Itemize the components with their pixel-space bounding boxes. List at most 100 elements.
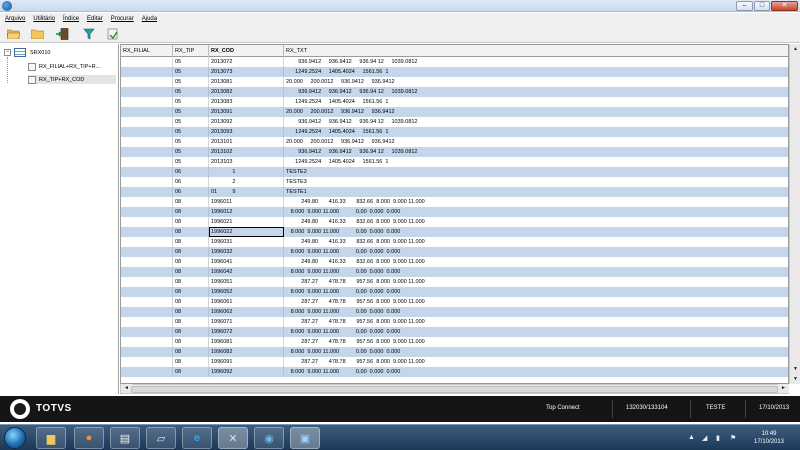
cell-rx-cod[interactable]: 1996012 <box>209 207 284 217</box>
table-row[interactable]: 05 2013091 20.000 200.0012 936.9412 936.94… <box>121 107 788 117</box>
cell-rx-cod[interactable]: 1996052 <box>209 287 284 297</box>
menu-procurar[interactable]: Procurar <box>111 16 134 22</box>
cell-rx-tip[interactable]: 05 <box>173 137 209 147</box>
cell-rx-txt[interactable]: 1249.2524 1405.4024 1561.56 1 <box>284 97 788 107</box>
cell-rx-filial[interactable] <box>121 157 173 167</box>
cell-rx-cod[interactable]: 1996091 <box>209 357 284 367</box>
cell-rx-tip[interactable]: 05 <box>173 57 209 67</box>
cell-rx-cod[interactable]: 2013102 <box>209 147 284 157</box>
network-status-icon[interactable]: ▲ <box>688 434 695 441</box>
cell-rx-tip[interactable]: 05 <box>173 117 209 127</box>
cell-rx-filial[interactable] <box>121 107 173 117</box>
cell-rx-filial[interactable] <box>121 357 173 367</box>
cell-rx-txt[interactable]: 287.27 478.78 957.56 8.000 9.000 11.000 <box>284 337 788 347</box>
cell-rx-filial[interactable] <box>121 147 173 157</box>
cell-rx-txt[interactable]: 287.27 478.78 957.56 8.000 9.000 11.000 <box>284 357 788 367</box>
cell-rx-txt[interactable]: 20.000 200.0012 936.9412 936.9412 <box>284 77 788 87</box>
taskbar-report-button[interactable]: ▤ <box>110 427 140 449</box>
table-row[interactable]: 05 2013103 1249.2524 1405.4024 1561.56 1 <box>121 157 788 167</box>
table-row[interactable]: 08 1996011 249.80 416.33 832.66 8.000 9.0… <box>121 197 788 207</box>
cell-rx-txt[interactable]: 936.9412 936.9412 936.94 12 1039.0812 <box>284 87 788 97</box>
cell-rx-txt[interactable]: 249.80 416.33 832.66 8.000 9.000 11.000 <box>284 197 788 207</box>
cell-rx-cod[interactable]: 1996042 <box>209 267 284 277</box>
cell-rx-filial[interactable] <box>121 287 173 297</box>
cell-rx-filial[interactable] <box>121 237 173 247</box>
flag-icon[interactable]: ⚑ <box>730 434 736 442</box>
cell-rx-txt[interactable]: 8.000 9.000 11.000 0.00 0.000 0.000 <box>284 247 788 257</box>
cell-rx-tip[interactable]: 08 <box>173 367 209 377</box>
cell-rx-txt[interactable]: 20.000 200.0012 936.9412 936.9412 <box>284 107 788 117</box>
cell-rx-txt[interactable]: 8.000 9.000 11.000 0.00 0.000 0.000 <box>284 267 788 277</box>
cell-rx-tip[interactable]: 08 <box>173 317 209 327</box>
cell-rx-filial[interactable] <box>121 247 173 257</box>
cell-rx-tip[interactable]: 08 <box>173 337 209 347</box>
cell-rx-txt[interactable]: 8.000 9.000 11.000 0.00 0.000 0.000 <box>284 367 788 377</box>
cell-rx-txt[interactable]: 287.27 478.78 957.56 8.000 9.000 11.000 <box>284 297 788 307</box>
cell-rx-cod[interactable]: 1996051 <box>209 277 284 287</box>
export-icon[interactable] <box>106 27 120 40</box>
table-row[interactable]: 08 1996022 8.000 9.000 11.000 0.00 0.000 … <box>121 227 788 237</box>
table-row[interactable]: 05 2013072 936.9412 936.9412 936.94 12 10… <box>121 57 788 67</box>
cell-rx-tip[interactable]: 08 <box>173 257 209 267</box>
cell-rx-txt[interactable]: 249.80 416.33 832.66 8.000 9.000 11.000 <box>284 257 788 267</box>
cell-rx-tip[interactable]: 06 <box>173 177 209 187</box>
table-row[interactable]: 05 2013101 20.000 200.0012 936.9412 936.94… <box>121 137 788 147</box>
cell-rx-cod[interactable]: 1996021 <box>209 217 284 227</box>
cell-rx-txt[interactable]: 936.9412 936.9412 936.94 12 1039.0812 <box>284 57 788 67</box>
cell-rx-txt[interactable]: 287.27 478.78 957.56 8.000 9.000 11.000 <box>284 317 788 327</box>
start-button[interactable] <box>4 427 26 449</box>
cell-rx-cod[interactable]: 1996062 <box>209 307 284 317</box>
horizontal-scrollbar[interactable]: ◄ ► <box>120 384 789 394</box>
menu-editar[interactable]: Editar <box>87 16 103 22</box>
menu-utilitario[interactable]: Utilitário <box>33 16 55 22</box>
taskbar-ie-button[interactable]: e <box>182 427 212 449</box>
cell-rx-filial[interactable] <box>121 277 173 287</box>
cell-rx-txt[interactable]: 249.80 416.33 832.66 8.000 9.000 11.000 <box>284 217 788 227</box>
cell-rx-tip[interactable]: 05 <box>173 97 209 107</box>
power-icon[interactable]: ▮ <box>716 434 720 442</box>
table-row[interactable]: 05 2013102 936.9412 936.9412 936.94 12 10… <box>121 147 788 157</box>
cell-rx-tip[interactable]: 05 <box>173 147 209 157</box>
cell-rx-txt[interactable]: TESTE1 <box>284 187 788 197</box>
cell-rx-cod[interactable]: 1996061 <box>209 297 284 307</box>
table-row[interactable]: 08 1996041 249.80 416.33 832.66 8.000 9.0… <box>121 257 788 267</box>
table-row[interactable]: 08 1996031 249.80 416.33 832.66 8.000 9.0… <box>121 237 788 247</box>
cell-rx-tip[interactable]: 08 <box>173 327 209 337</box>
cell-rx-txt[interactable]: 20.000 200.0012 936.9412 936.9412 <box>284 137 788 147</box>
cell-rx-tip[interactable]: 08 <box>173 197 209 207</box>
cell-rx-tip[interactable]: 05 <box>173 77 209 87</box>
cell-rx-txt[interactable]: 249.80 416.33 832.66 8.000 9.000 11.000 <box>284 237 788 247</box>
scroll-down-button-2[interactable]: ▼ <box>790 374 800 384</box>
cell-rx-tip[interactable]: 06 <box>173 167 209 177</box>
cell-rx-cod[interactable]: 2013101 <box>209 137 284 147</box>
cell-rx-txt[interactable]: 287.27 478.78 957.56 8.000 9.000 11.000 <box>284 277 788 287</box>
scroll-up-button[interactable]: ▲ <box>790 44 800 54</box>
cell-rx-cod[interactable]: 1 <box>209 167 284 177</box>
table-row[interactable]: 05 2013082 936.9412 936.9412 936.94 12 10… <box>121 87 788 97</box>
cell-rx-filial[interactable] <box>121 187 173 197</box>
menu-ajuda[interactable]: Ajuda <box>142 16 157 22</box>
cell-rx-filial[interactable] <box>121 97 173 107</box>
scroll-right-button[interactable]: ► <box>778 384 789 393</box>
cell-rx-filial[interactable] <box>121 227 173 237</box>
system-clock[interactable]: 10:49 17/10/2013 <box>750 430 788 446</box>
cell-rx-filial[interactable] <box>121 127 173 137</box>
cell-rx-txt[interactable]: 1249.2524 1405.4024 1561.56 1 <box>284 157 788 167</box>
cell-rx-cod[interactable]: 1996011 <box>209 197 284 207</box>
tree-node-index-2[interactable]: RX_TIP+RX_COD <box>28 75 116 84</box>
cell-rx-filial[interactable] <box>121 327 173 337</box>
taskbar-network-button[interactable]: ◉ <box>254 427 284 449</box>
table-row[interactable]: 05 2013093 1249.2524 1405.4024 1561.56 1 <box>121 127 788 137</box>
volume-icon[interactable]: ◢ <box>702 434 707 442</box>
cell-rx-filial[interactable] <box>121 207 173 217</box>
table-row[interactable]: 06 2 TESTE3 <box>121 177 788 187</box>
cell-rx-filial[interactable] <box>121 317 173 327</box>
tree-node-table[interactable]: − SRX010 <box>4 48 51 57</box>
folder-icon[interactable] <box>30 27 44 40</box>
cell-rx-cod[interactable]: 1996071 <box>209 317 284 327</box>
table-row[interactable]: 08 1996061 287.27 478.78 957.56 8.000 9.0… <box>121 297 788 307</box>
table-row[interactable]: 08 1996081 287.27 478.78 957.56 8.000 9.0… <box>121 337 788 347</box>
table-row[interactable]: 05 2013092 936.9412 936.9412 936.94 12 10… <box>121 117 788 127</box>
cell-rx-cod[interactable]: 1996082 <box>209 347 284 357</box>
taskbar-firefox-button[interactable]: ● <box>74 427 104 449</box>
